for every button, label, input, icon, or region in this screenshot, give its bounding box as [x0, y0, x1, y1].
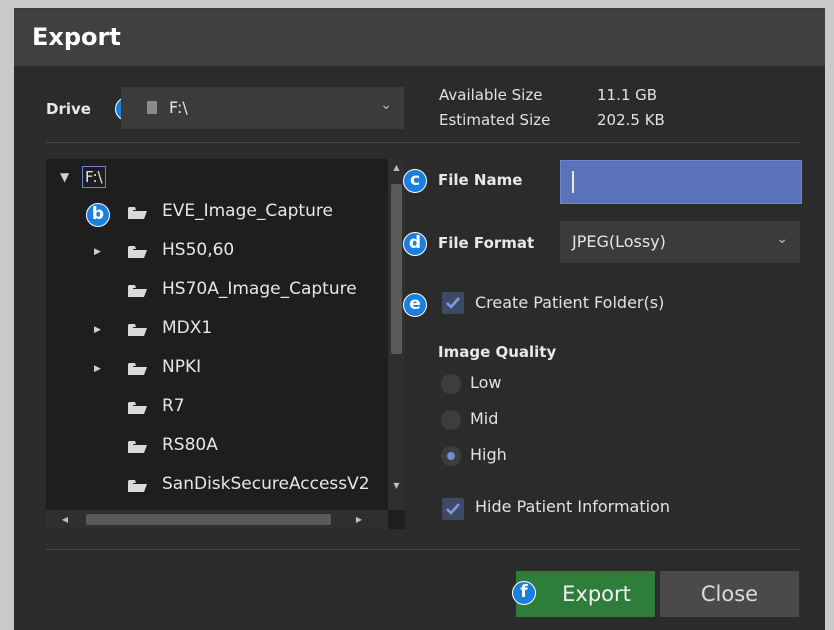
- expand-arrow-icon[interactable]: ▶: [94, 325, 106, 335]
- export-dialog: Export Drive a F:\ ⌄ Available Size 11.1…: [14, 8, 825, 630]
- divider-top: [46, 142, 800, 143]
- horizontal-scroll-thumb[interactable]: [86, 514, 331, 525]
- scroll-up-icon[interactable]: ▲: [388, 159, 405, 177]
- hide-patient-info-label: Hide Patient Information: [475, 497, 670, 516]
- quality-low-radio[interactable]: [441, 374, 461, 394]
- divider-bottom: [46, 549, 800, 550]
- vertical-scroll-thumb[interactable]: [391, 184, 402, 354]
- caret-down-icon[interactable]: ▼: [60, 170, 72, 184]
- estimated-size-value: 202.5 KB: [597, 111, 665, 129]
- folder-icon: [128, 361, 148, 380]
- tree-folder-name: SanDiskSecureAccessV2: [162, 474, 370, 494]
- tree-horizontal-scrollbar[interactable]: ◀ ▶: [46, 510, 388, 529]
- marker-f: f: [512, 581, 536, 605]
- drive-select-value: F:\: [169, 98, 188, 117]
- drive-select[interactable]: F:\ ⌄: [121, 87, 404, 129]
- hide-patient-info-checkbox[interactable]: [442, 498, 464, 520]
- quality-high-label: High: [470, 445, 507, 464]
- quality-mid-label: Mid: [470, 409, 499, 428]
- tree-folder-name: R7: [162, 396, 185, 416]
- quality-mid-radio[interactable]: [441, 410, 461, 430]
- tree-folder-item[interactable]: ▶ NPKI: [94, 355, 384, 385]
- folder-tree[interactable]: ▼ F:\ b EVE_Image_Capture ▶ HS50,60 HS70A_I…: [46, 159, 405, 529]
- chevron-down-icon: ⌄: [776, 231, 788, 247]
- scroll-right-icon[interactable]: ▶: [350, 510, 368, 529]
- text-caret: [572, 171, 574, 193]
- tree-folder-name: NPKI: [162, 357, 202, 377]
- drive-label: Drive: [46, 100, 91, 118]
- tree-folder-name: EVE_Image_Capture: [162, 201, 333, 221]
- tree-folder-item[interactable]: HS70A_Image_Capture: [94, 277, 384, 307]
- image-quality-label: Image Quality: [438, 343, 557, 361]
- available-size-label: Available Size: [439, 86, 543, 104]
- folder-icon: [128, 244, 148, 263]
- file-format-label: File Format: [438, 234, 535, 252]
- drive-icon: [147, 101, 157, 114]
- quality-high-radio[interactable]: [441, 446, 461, 466]
- marker-d: d: [403, 232, 427, 256]
- chevron-down-icon: ⌄: [380, 97, 392, 113]
- available-size-value: 11.1 GB: [597, 86, 658, 104]
- quality-low-label: Low: [470, 373, 502, 392]
- scroll-left-icon[interactable]: ◀: [56, 510, 74, 529]
- file-name-label: File Name: [438, 171, 523, 189]
- checkmark-icon: [446, 297, 460, 309]
- checkmark-icon: [446, 503, 460, 515]
- tree-folder-name: MDX1: [162, 318, 213, 338]
- export-button[interactable]: Export: [516, 571, 655, 617]
- folder-icon: [128, 283, 148, 302]
- tree-folder-name: HS50,60: [162, 240, 235, 260]
- file-format-value: JPEG(Lossy): [572, 232, 666, 251]
- close-button[interactable]: Close: [660, 571, 799, 617]
- file-format-select[interactable]: JPEG(Lossy) ⌄: [560, 221, 800, 263]
- scroll-down-icon[interactable]: ▼: [388, 477, 405, 495]
- dialog-title: Export: [32, 23, 121, 51]
- tree-folder-item[interactable]: RS80A: [94, 433, 384, 463]
- folder-icon: [128, 439, 148, 458]
- folder-icon: [128, 400, 148, 419]
- folder-icon: [128, 478, 148, 497]
- tree-root[interactable]: ▼ F:\: [60, 166, 380, 196]
- expand-arrow-icon[interactable]: ▶: [94, 364, 106, 374]
- tree-root-label: F:\: [82, 166, 106, 188]
- marker-c: c: [403, 169, 427, 193]
- folder-icon: [128, 205, 148, 224]
- estimated-size-label: Estimated Size: [439, 111, 551, 129]
- marker-e: e: [403, 293, 427, 317]
- tree-vertical-scrollbar[interactable]: ▲ ▼: [388, 159, 405, 510]
- tree-folder-item[interactable]: ▶ HS50,60: [94, 238, 384, 268]
- dialog-titlebar: Export: [14, 9, 825, 66]
- tree-folder-item[interactable]: R7: [94, 394, 384, 424]
- folder-icon: [128, 322, 148, 341]
- tree-folder-item[interactable]: EVE_Image_Capture: [94, 199, 384, 229]
- create-patient-folder-label: Create Patient Folder(s): [475, 293, 665, 312]
- expand-arrow-icon[interactable]: ▶: [94, 247, 106, 257]
- file-name-input[interactable]: [560, 160, 802, 204]
- tree-folder-item[interactable]: ▶ MDX1: [94, 316, 384, 346]
- tree-folder-item[interactable]: SanDiskSecureAccessV2: [94, 472, 384, 502]
- tree-folder-name: RS80A: [162, 435, 218, 455]
- export-button-label: Export: [562, 582, 631, 606]
- tree-folder-name: HS70A_Image_Capture: [162, 279, 357, 299]
- create-patient-folder-checkbox[interactable]: [442, 292, 464, 314]
